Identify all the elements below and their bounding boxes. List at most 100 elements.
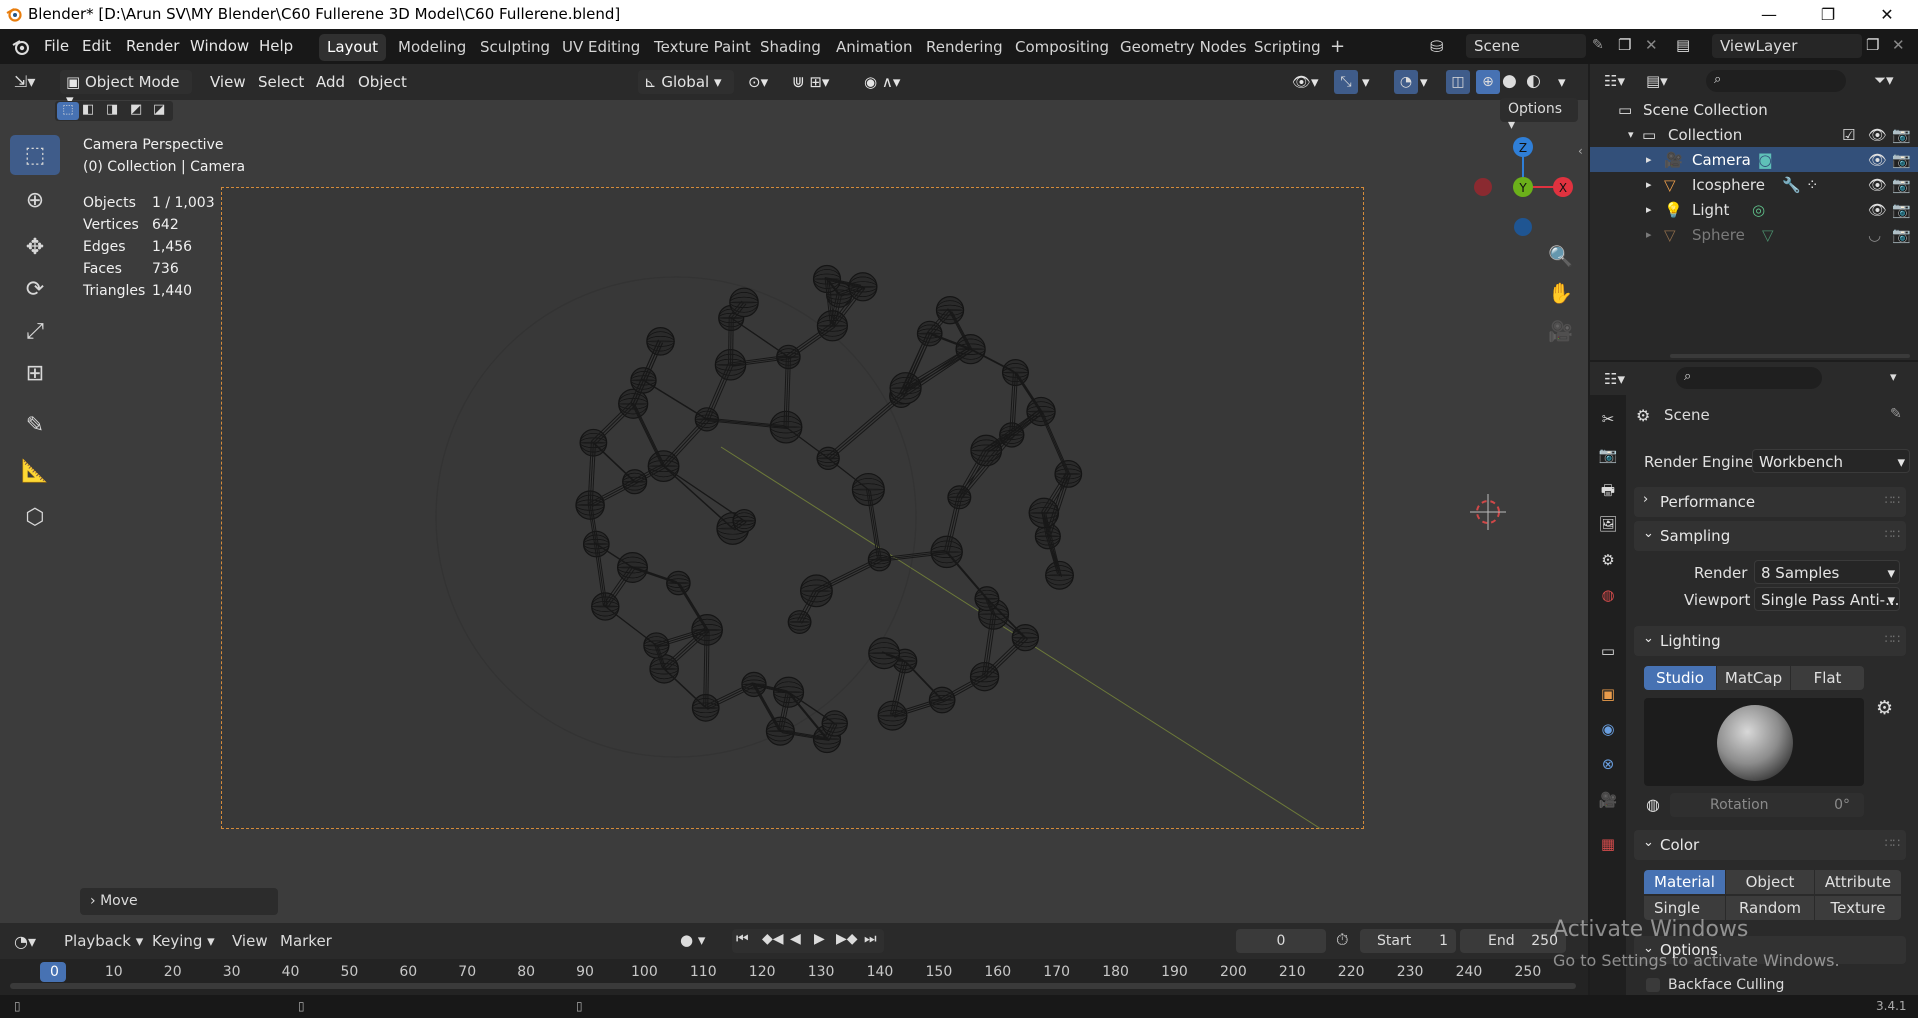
timeline-scrollbar[interactable]: [10, 983, 1576, 989]
select-invert-icon[interactable]: ◩: [130, 102, 142, 117]
eye-icon[interactable]: 👁: [1868, 151, 1887, 169]
menu-window[interactable]: Window: [190, 37, 249, 55]
transform-tool[interactable]: ⊞: [10, 353, 60, 393]
drag-handle-icon[interactable]: ∷∷: [1885, 527, 1900, 541]
menu-render[interactable]: Render: [126, 37, 179, 55]
move-tool[interactable]: ✥: [10, 227, 60, 267]
world-tab-icon[interactable]: ◍: [1598, 586, 1618, 606]
outliner-editor-icon[interactable]: ☷▾: [1604, 72, 1625, 90]
xray-icon[interactable]: ◫: [1446, 70, 1470, 94]
camera-view-icon[interactable]: 🎥: [1548, 319, 1573, 343]
eye-icon[interactable]: 👁: [1868, 176, 1887, 194]
pin-icon[interactable]: ✎: [1890, 406, 1902, 422]
overlays-dropdown-icon[interactable]: ▾: [1420, 73, 1428, 91]
solid-shading-icon[interactable]: ●: [1502, 71, 1517, 91]
camera-data-tab-icon[interactable]: 🎥: [1598, 791, 1618, 811]
sampling-render-dropdown[interactable]: 8 Samples ▾: [1754, 560, 1900, 584]
physics-tab-icon[interactable]: ◉: [1598, 720, 1618, 740]
editor-type-icon[interactable]: ⇲▾: [14, 72, 35, 91]
material-shading-icon[interactable]: ◐: [1526, 71, 1541, 91]
outliner-item-sphere[interactable]: ▸ ▽ Sphere ▽ ◡ 📷: [1590, 222, 1918, 247]
outliner-scene-collection[interactable]: ▭ Scene Collection: [1590, 97, 1918, 122]
fullerene-model[interactable]: [221, 187, 1364, 829]
tab-layout[interactable]: Layout: [319, 34, 386, 61]
transform-orientation[interactable]: ⊾ Global ▾: [638, 70, 734, 94]
select-new-icon[interactable]: ⬚: [57, 102, 79, 120]
delete-scene-icon[interactable]: ✕: [1645, 36, 1658, 54]
menu-file[interactable]: File: [44, 37, 69, 55]
drag-handle-icon[interactable]: ∷∷: [1885, 493, 1900, 507]
gear-icon[interactable]: ⚙: [1876, 697, 1893, 719]
tab-rendering[interactable]: Rendering: [918, 34, 1011, 61]
tab-animation[interactable]: Animation: [828, 34, 920, 61]
menu-add[interactable]: Add: [316, 73, 345, 91]
outliner-search-input[interactable]: ⌕: [1706, 70, 1846, 92]
tab-compositing[interactable]: Compositing: [1007, 34, 1117, 61]
close-button[interactable]: ✕: [1858, 0, 1916, 29]
view-layer-selector[interactable]: ViewLayer: [1720, 37, 1797, 55]
filter-icon[interactable]: ⏷▾: [1874, 71, 1894, 89]
tab-scripting[interactable]: Scripting: [1246, 34, 1329, 61]
light-data-icon[interactable]: ◎: [1752, 201, 1765, 219]
exclude-checkbox[interactable]: ☑: [1842, 126, 1855, 144]
camera-data-icon[interactable]: ◙: [1758, 151, 1773, 169]
lighting-studio-button[interactable]: Studio: [1644, 666, 1716, 690]
expand-icon[interactable]: ▸: [1646, 153, 1652, 166]
tab-shading[interactable]: Shading: [752, 34, 829, 61]
visibility-icon[interactable]: 👁▾: [1292, 73, 1319, 91]
play-reverse-icon[interactable]: ◀: [790, 931, 801, 947]
render-tab-icon[interactable]: 📷: [1598, 446, 1618, 466]
navigation-gizmo[interactable]: Z X Y: [1470, 135, 1580, 245]
output-tab-icon[interactable]: 🖶: [1598, 480, 1618, 500]
panel-lighting[interactable]: ⌄ Lighting ∷∷: [1634, 626, 1906, 656]
constraints-tab-icon[interactable]: ⊗: [1598, 755, 1618, 775]
shading-dropdown-icon[interactable]: ▾: [1558, 73, 1566, 91]
minimize-button[interactable]: —: [1740, 0, 1798, 29]
measure-tool[interactable]: 📐: [10, 451, 60, 491]
drag-handle-icon[interactable]: ∷∷: [1885, 632, 1900, 646]
new-view-layer-icon[interactable]: ❐: [1866, 36, 1879, 54]
options-dropdown-icon[interactable]: ▾: [1890, 370, 1897, 385]
object-tab-icon[interactable]: ▣: [1598, 685, 1618, 705]
outliner-collection[interactable]: ▾ ▭ Collection ☑ 👁 📷: [1590, 122, 1918, 147]
outliner-item-light[interactable]: ▸ 💡 Light ◎ 👁 📷: [1590, 197, 1918, 222]
expand-icon[interactable]: ▸: [1646, 228, 1652, 241]
texture-tab-icon[interactable]: ▦: [1598, 835, 1618, 855]
annotate-tool[interactable]: ✎: [10, 405, 60, 445]
panel-performance[interactable]: › Performance ∷∷: [1634, 487, 1906, 517]
timeline-editor-icon[interactable]: ◔▾: [14, 932, 36, 951]
pivot-point-icon[interactable]: ⊙▾: [748, 73, 768, 91]
pin-icon[interactable]: ✎: [1592, 37, 1604, 53]
color-material-button[interactable]: Material: [1644, 870, 1725, 894]
prev-keyframe-icon[interactable]: ◆◀: [762, 931, 784, 947]
panel-color[interactable]: ⌄ Color ∷∷: [1634, 830, 1906, 860]
render-engine-dropdown[interactable]: Workbench ▾: [1752, 449, 1910, 473]
add-cube-tool[interactable]: ⬡: [10, 497, 60, 537]
gizmo-neg-z-axis[interactable]: [1514, 218, 1532, 236]
select-intersect-icon[interactable]: ◪: [153, 102, 165, 117]
current-frame-field[interactable]: 0: [1236, 929, 1326, 953]
mesh-data-icon[interactable]: ▽: [1762, 226, 1774, 244]
maximize-button[interactable]: ❐: [1799, 0, 1857, 29]
options-button[interactable]: Options ▾: [1500, 98, 1578, 133]
properties-search-input[interactable]: ⌕: [1676, 367, 1822, 389]
next-keyframe-icon[interactable]: ▶◆: [836, 931, 858, 947]
tool-tab-icon[interactable]: ✂: [1598, 410, 1618, 430]
lighting-matcap-button[interactable]: MatCap: [1717, 666, 1790, 690]
menu-help[interactable]: Help: [259, 37, 293, 55]
sampling-viewport-dropdown[interactable]: Single Pass Anti-... ▾: [1754, 587, 1900, 611]
play-icon[interactable]: ▶: [814, 931, 825, 947]
eye-icon[interactable]: 👁: [1868, 201, 1887, 219]
outliner-item-camera[interactable]: ▸ 🎥 Camera ◙ 👁 📷: [1590, 147, 1918, 172]
tab-texture-paint[interactable]: Texture Paint: [646, 34, 759, 61]
outliner-scrollbar[interactable]: [1670, 354, 1910, 358]
view-layer-tab-icon[interactable]: 🖼: [1598, 515, 1618, 535]
color-object-button[interactable]: Object: [1726, 870, 1814, 894]
render-camera-icon[interactable]: 📷: [1892, 151, 1911, 169]
start-frame-field[interactable]: Start 1: [1360, 929, 1456, 953]
select-box-tool[interactable]: ⬚: [10, 135, 60, 175]
backface-culling-checkbox[interactable]: [1646, 978, 1660, 992]
record-icon[interactable]: ● ▾: [680, 931, 705, 949]
drag-handle-icon[interactable]: ∷∷: [1885, 836, 1900, 850]
render-camera-icon[interactable]: 📷: [1892, 226, 1911, 244]
